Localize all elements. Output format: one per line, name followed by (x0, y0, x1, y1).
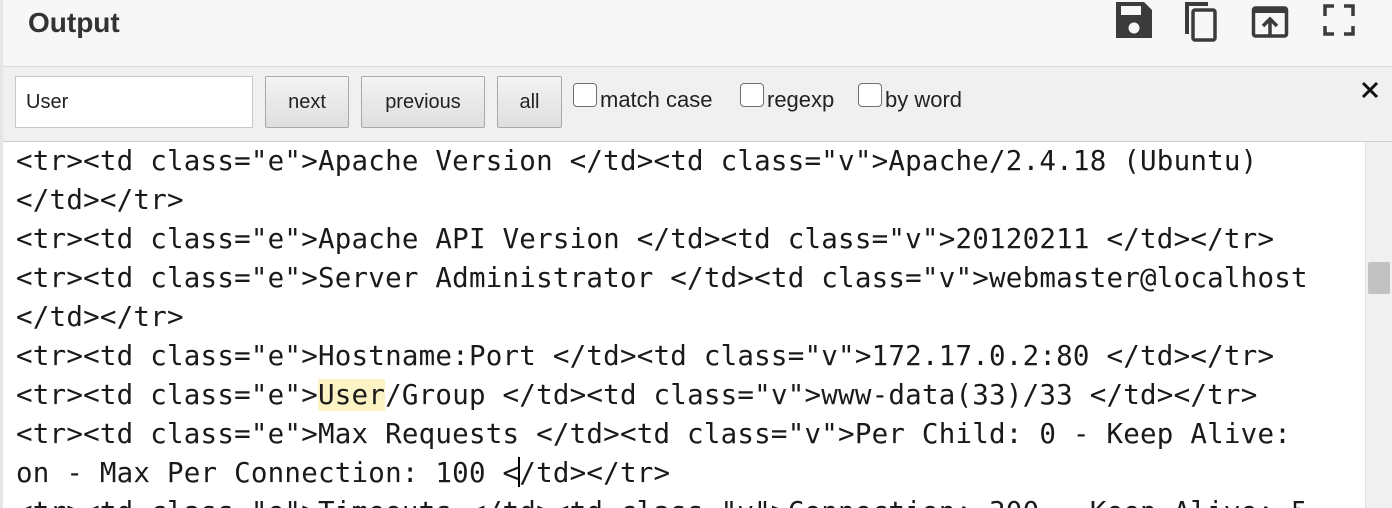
code-line: <tr><td class="e">Hostname:Port </td><td… (16, 340, 1275, 372)
match-case-checkbox[interactable] (573, 83, 597, 107)
regexp-label: regexp (767, 87, 835, 112)
code-text: <tr><td class="e"> (16, 379, 318, 411)
find-bar: next previous all match case regexp by w… (3, 67, 1392, 142)
code-output[interactable]: <tr><td class="e">Apache Version </td><t… (3, 142, 1365, 508)
match-case-label: match case (600, 87, 713, 112)
by-word-label: by word (885, 87, 963, 112)
previous-button[interactable]: previous (361, 76, 485, 128)
all-button[interactable]: all (497, 76, 562, 128)
save-icon[interactable] (1113, 0, 1153, 44)
by-word-option[interactable]: by word (858, 83, 962, 113)
scrollbar-thumb[interactable] (1368, 262, 1390, 294)
code-line: <tr><td class="e">Apache Version </td><t… (16, 145, 1258, 177)
close-icon[interactable] (1357, 77, 1383, 103)
regexp-checkbox[interactable] (740, 83, 764, 107)
panel-title: Output (28, 7, 120, 38)
code-text: /td></tr> (519, 457, 671, 489)
open-external-icon[interactable] (1251, 0, 1291, 44)
code-line: <tr><td class="e">Apache API Version </t… (16, 223, 1275, 255)
code-line: <tr><td class="e">Max Requests </td><td … (16, 418, 1292, 450)
copy-icon[interactable] (1181, 0, 1221, 44)
regexp-option[interactable]: regexp (740, 83, 834, 113)
by-word-checkbox[interactable] (858, 83, 882, 107)
code-line-cursor: on - Max Per Connection: 100 </td></tr> (16, 454, 670, 493)
match-case-option[interactable]: match case (573, 83, 713, 113)
code-line: <tr><td class="e">Timeouts </td><td clas… (16, 493, 1308, 508)
output-panel: Output User next previous all match case… (0, 0, 1392, 508)
code-line: </td></tr> (16, 184, 184, 216)
output-header: Output (3, 0, 1392, 67)
code-line: <tr><td class="e">Server Administrator <… (16, 262, 1308, 294)
code-line-match: <tr><td class="e">User/Group </td><td cl… (16, 376, 1257, 415)
next-button[interactable]: next (265, 76, 349, 128)
code-text: /Group </td><td class="v">www-data(33)/3… (385, 379, 1258, 411)
vertical-scrollbar[interactable] (1365, 142, 1392, 508)
code-text: on - Max Per Connection: 100 < (16, 457, 520, 489)
search-match-highlight: User (317, 379, 386, 411)
search-input[interactable] (15, 76, 253, 128)
fullscreen-icon[interactable] (1321, 0, 1361, 44)
code-line: </td></tr> (16, 301, 184, 333)
